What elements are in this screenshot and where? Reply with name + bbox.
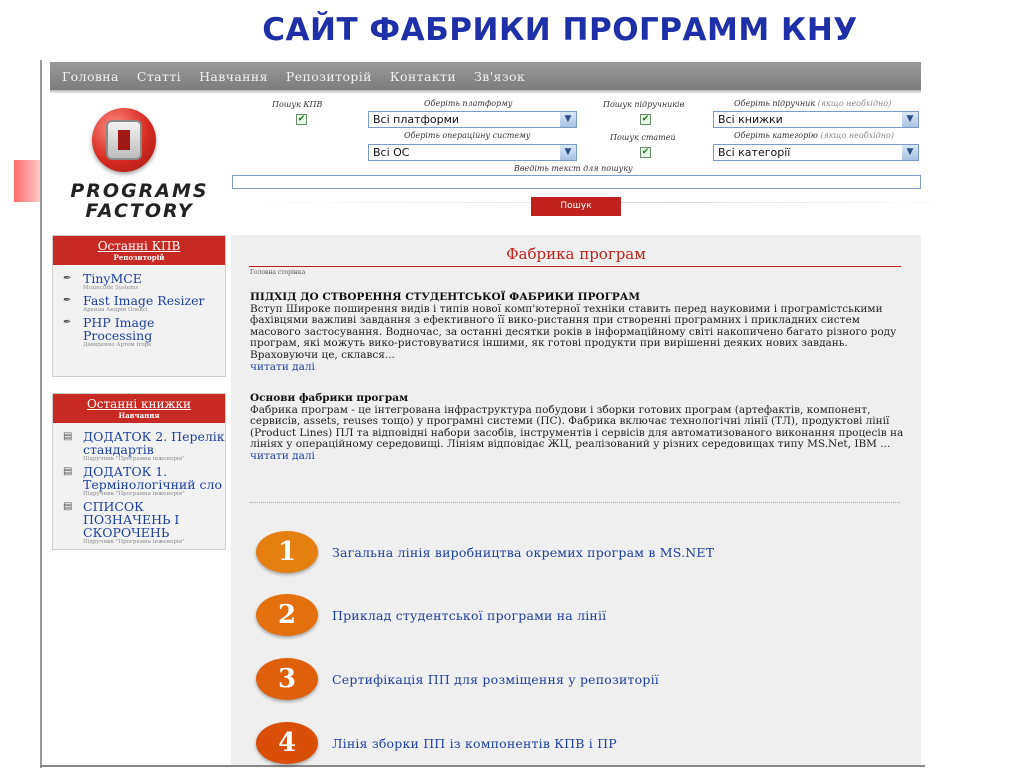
list-item-source: Підручник "Програмна інженерія": [83, 539, 185, 545]
pen-icon: ✒: [63, 273, 72, 284]
nav-item-feedback[interactable]: Зв'язок: [474, 69, 525, 84]
step-link[interactable]: Лінія зборки ПП із компонентів КПВ і ПР: [332, 736, 617, 751]
kpv-search-label: Пошук КПВ: [272, 100, 323, 109]
platform-select[interactable]: Всі платформи ▼: [368, 111, 577, 128]
list-item[interactable]: ▤ ДОДАТОК 1. Термінологічний сло Підручн…: [53, 465, 225, 498]
factory-logo-icon[interactable]: [92, 108, 156, 172]
textbook-select[interactable]: Всі книжки ▼: [713, 111, 919, 128]
list-item-source: Підручник "Програмна інженерія": [83, 491, 185, 497]
divider: [250, 502, 900, 503]
step-item-1[interactable]: 1 Загальна лінія виробництва окремих про…: [256, 529, 714, 575]
list-item-author: Архипа Андрій Олексі: [83, 307, 148, 313]
nav-item-home[interactable]: Головна: [62, 69, 119, 84]
list-item-source: Підручник "Програмна інженерія": [83, 456, 185, 462]
page-title: Фабрика програм: [506, 245, 646, 263]
book-icon: ▤: [63, 466, 73, 477]
latest-kpv-title[interactable]: Останні КПВ: [53, 239, 225, 253]
main-content: Фабрика програм Головна сторінка ПІДХІД …: [231, 235, 921, 765]
list-item-title[interactable]: ДОДАТОК 2. Перелік стандартів: [83, 430, 225, 456]
step-link[interactable]: Приклад студентської програми на лінії: [332, 608, 606, 623]
category-select[interactable]: Всі категорії ▼: [713, 144, 919, 161]
articles-search-checkbox[interactable]: ✔: [640, 147, 651, 158]
pen-icon: ✒: [63, 317, 72, 328]
article-title[interactable]: Основи фабрики програм: [250, 392, 910, 405]
list-item-title[interactable]: СПИСОК ПОЗНАЧЕНЬ І СКОРОЧЕНЬ: [83, 500, 225, 539]
top-navigation: Головна Статті Навчання Репозиторій Конт…: [50, 62, 921, 90]
list-item[interactable]: ▤ ДОДАТОК 2. Перелік стандартів Підручни…: [53, 430, 225, 463]
list-item[interactable]: ✒ PHP Image Processing Давиденко Артем І…: [53, 316, 225, 349]
textbook-select-label: Оберіть підручник (якщо необхідно): [734, 99, 892, 108]
article-basics: Основи фабрики програм Фабрика програм -…: [250, 392, 910, 463]
chevron-down-icon: ▼: [560, 145, 576, 160]
step-link[interactable]: Сертифікація ПП для розміщення у репозит…: [332, 672, 659, 687]
kpv-search-checkbox[interactable]: ✔: [296, 114, 307, 125]
search-button[interactable]: Пошук: [531, 197, 621, 216]
textbooks-search-checkbox[interactable]: ✔: [640, 114, 651, 125]
list-item[interactable]: ✒ TinyMCE Moxiecode Systems: [53, 272, 225, 292]
category-label: Оберіть категорію (якщо необхідно): [734, 131, 894, 140]
nav-item-articles[interactable]: Статті: [137, 69, 181, 84]
step-item-4[interactable]: 4 Лінія зборки ПП із компонентів КПВ і П…: [256, 720, 617, 766]
articles-search-label: Пошук статей: [610, 133, 676, 142]
platform-label: Оберіть платформу: [424, 99, 513, 108]
step-number-badge: 2: [256, 594, 318, 636]
article-body: Фабрика програм - це інтегрована інфраст…: [250, 403, 904, 451]
list-item-title[interactable]: TinyMCE: [83, 272, 225, 285]
article-body: Вступ Широке поширення видів і типів нов…: [250, 302, 897, 361]
list-item[interactable]: ▤ СПИСОК ПОЗНАЧЕНЬ І СКОРОЧЕНЬ Підручник…: [53, 500, 225, 546]
category-select-value: Всі категорії: [718, 146, 791, 159]
nav-item-learning[interactable]: Навчання: [199, 69, 268, 84]
os-label: Оберіть операційну систему: [404, 131, 531, 140]
step-item-2[interactable]: 2 Приклад студентської програми на лінії: [256, 592, 606, 638]
logo-text-programs: PROGRAMS: [70, 180, 209, 202]
latest-books-panel: Останні книжки Навчання ▤ ДОДАТОК 2. Пер…: [52, 393, 226, 550]
step-item-3[interactable]: 3 Сертифікація ПП для розміщення у репоз…: [256, 656, 659, 702]
textbook-select-value: Всі книжки: [718, 113, 783, 126]
step-number-badge: 3: [256, 658, 318, 700]
nav-shadow: [50, 90, 921, 94]
title-underline: [249, 266, 901, 267]
pen-icon: ✒: [63, 295, 72, 306]
step-number-badge: 1: [256, 531, 318, 573]
chevron-down-icon: ▼: [902, 145, 918, 160]
article-title[interactable]: ПІДХІД ДО СТВОРЕННЯ СТУДЕНТСЬКОЇ ФАБРИКИ…: [250, 291, 910, 304]
os-select-value: Всі ОС: [373, 146, 410, 159]
latest-books-header: Останні книжки Навчання: [53, 394, 225, 423]
article-intro: ПІДХІД ДО СТВОРЕННЯ СТУДЕНТСЬКОЇ ФАБРИКИ…: [250, 291, 910, 374]
platform-select-value: Всі платформи: [373, 113, 460, 126]
book-icon: ▤: [63, 501, 73, 512]
chevron-down-icon: ▼: [902, 112, 918, 127]
list-item-author: Moxiecode Systems: [83, 285, 139, 291]
search-text-input[interactable]: [232, 175, 921, 189]
slide-title: САЙТ ФАБРИКИ ПРОГРАММ КНУ: [262, 12, 858, 48]
read-more-link[interactable]: читати далі: [250, 361, 910, 374]
nav-item-contacts[interactable]: Контакти: [390, 69, 456, 84]
latest-kpv-subtitle: Репозиторій: [113, 253, 165, 262]
latest-books-subtitle: Навчання: [118, 411, 160, 420]
list-item[interactable]: ✒ Fast Image Resizer Архипа Андрій Олекс…: [53, 294, 225, 314]
accent-decoration: [14, 160, 42, 202]
os-select[interactable]: Всі ОС ▼: [368, 144, 577, 161]
book-icon: ▤: [63, 431, 73, 442]
frame-border: [40, 60, 42, 768]
list-item-title[interactable]: Fast Image Resizer: [83, 294, 225, 307]
chevron-down-icon: ▼: [560, 112, 576, 127]
search-text-label: Введіть текст для пошуку: [514, 164, 633, 173]
latest-books-title[interactable]: Останні книжки: [53, 397, 225, 411]
list-item-title[interactable]: ДОДАТОК 1. Термінологічний сло: [83, 465, 225, 491]
list-item-author: Давиденко Артем Ігоре: [83, 342, 152, 348]
list-item-title[interactable]: PHP Image Processing: [83, 316, 225, 342]
textbooks-search-label: Пошук підручників: [603, 100, 685, 109]
step-number-badge: 4: [256, 722, 318, 764]
logo-text-factory: FACTORY: [85, 200, 194, 222]
latest-kpv-panel: Останні КПВ Репозиторій ✒ TinyMCE Moxiec…: [52, 235, 226, 377]
read-more-link[interactable]: читати далі: [250, 450, 910, 463]
step-link[interactable]: Загальна лінія виробництва окремих прогр…: [332, 545, 714, 560]
nav-item-repository[interactable]: Репозиторій: [286, 69, 372, 84]
breadcrumb[interactable]: Головна сторінка: [250, 269, 305, 276]
latest-kpv-header: Останні КПВ Репозиторій: [53, 236, 225, 265]
